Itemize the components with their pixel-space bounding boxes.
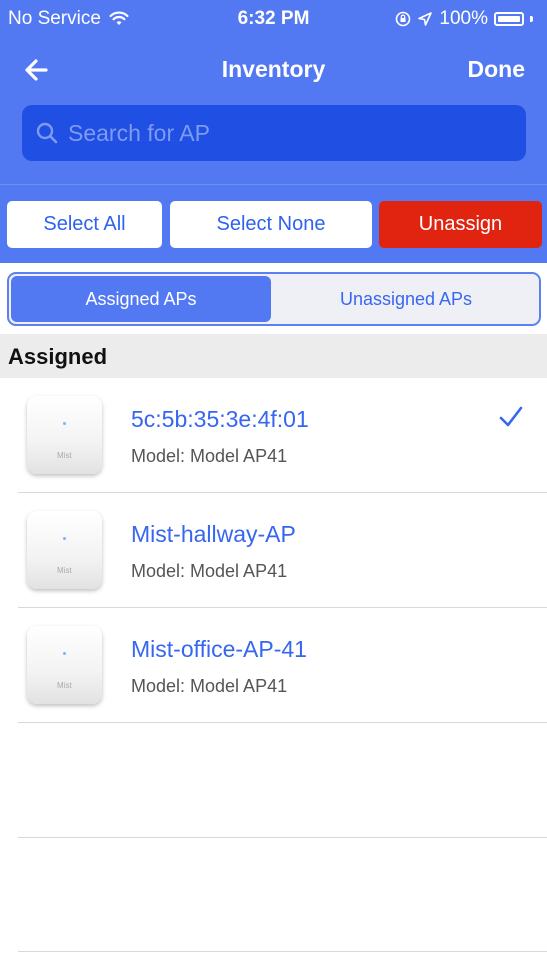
ap-filter-segmented-control: Assigned APs Unassigned APs xyxy=(7,272,541,326)
select-all-button[interactable]: Select All xyxy=(7,201,162,248)
section-header: Assigned xyxy=(0,334,547,378)
checkmark-icon xyxy=(499,406,523,427)
status-right: 100% xyxy=(395,8,533,30)
nav-bar: Inventory Done xyxy=(0,44,547,96)
search-icon xyxy=(36,122,58,144)
battery-tip xyxy=(530,16,533,22)
section-title: Assigned xyxy=(8,344,108,369)
list-item[interactable]: Mist Mist-office-AP-41 Model: Model AP41 xyxy=(0,608,547,723)
battery-icon xyxy=(494,12,524,26)
battery-percent: 100% xyxy=(439,8,488,29)
ap-led xyxy=(63,652,66,655)
tab-assigned-aps[interactable]: Assigned APs xyxy=(11,276,271,322)
list-item[interactable]: Mist 5c:5b:35:3e:4f:01 Model: Model AP41 xyxy=(0,378,547,493)
unassign-button[interactable]: Unassign xyxy=(379,201,542,248)
ap-model: Model: Model AP41 xyxy=(131,561,288,581)
row-divider xyxy=(18,837,547,838)
ap-name: Mist-hallway-AP xyxy=(131,521,296,547)
orientation-lock-icon xyxy=(396,11,411,27)
location-arrow-icon xyxy=(418,12,433,26)
tab-unassigned-aps[interactable]: Unassigned APs xyxy=(273,276,539,322)
access-point-thumbnail: Mist xyxy=(27,396,102,474)
list-item[interactable]: Mist Mist-hallway-AP Model: Model AP41 xyxy=(0,493,547,608)
header: No Service 6:32 PM 100% Inventory Done S… xyxy=(0,0,547,263)
ap-led xyxy=(63,422,66,425)
header-divider xyxy=(0,184,547,185)
select-none-button[interactable]: Select None xyxy=(170,201,372,248)
access-point-thumbnail: Mist xyxy=(27,626,102,704)
search-bar[interactable] xyxy=(22,105,526,161)
ap-brand-mark: Mist xyxy=(57,681,72,690)
row-divider xyxy=(18,951,547,952)
status-bar: No Service 6:32 PM 100% xyxy=(0,0,547,40)
ap-led xyxy=(63,537,66,540)
action-row: Select All Select None Unassign xyxy=(7,201,542,248)
ap-model: Model: Model AP41 xyxy=(131,676,288,696)
row-divider xyxy=(18,722,547,723)
ap-name: 5c:5b:35:3e:4f:01 xyxy=(131,406,309,432)
ap-name: Mist-office-AP-41 xyxy=(131,636,307,662)
access-point-thumbnail: Mist xyxy=(27,511,102,589)
ap-brand-mark: Mist xyxy=(57,566,72,575)
ap-model: Model: Model AP41 xyxy=(131,446,288,466)
ap-brand-mark: Mist xyxy=(57,451,72,460)
search-input[interactable] xyxy=(66,118,510,148)
page-title: Inventory xyxy=(221,56,326,82)
done-button[interactable]: Done xyxy=(468,56,526,83)
